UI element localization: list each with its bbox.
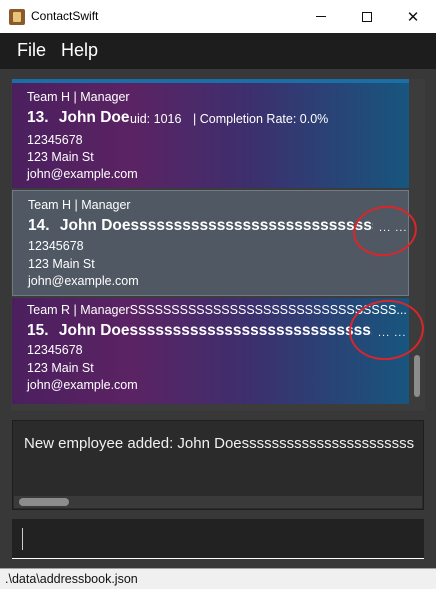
menu-help[interactable]: Help xyxy=(61,40,98,61)
person-card[interactable]: Team H | Manager 13. John Doe uid: 1016 … xyxy=(12,79,409,188)
person-name: 13. John Doe xyxy=(27,109,130,127)
person-email: john@example.com xyxy=(28,274,139,288)
status-bar: .\data\addressbook.json xyxy=(0,568,436,589)
minimize-button[interactable] xyxy=(298,0,344,33)
app-icon xyxy=(9,9,25,25)
person-name-text: John Doe xyxy=(58,109,130,126)
result-scrollbar-thumb[interactable] xyxy=(19,498,69,506)
person-email: john@example.com xyxy=(27,167,138,181)
person-name: 14. John Doessssssssssssssssssssssssssss… xyxy=(28,217,373,235)
close-icon: ✕ xyxy=(406,8,420,26)
person-name-text: John Doesssssssssssssssssssssssssssss... xyxy=(59,217,373,234)
command-area xyxy=(0,513,436,568)
person-index: 14. xyxy=(28,217,50,234)
person-name: 15. John Doessssssssssssssssssssssssssss… xyxy=(27,322,372,340)
window-title: ContactSwift xyxy=(31,9,99,23)
text-caret xyxy=(22,528,23,550)
person-phone: 12345678 xyxy=(27,343,83,357)
result-display[interactable]: New employee added: John Doessssssssssss… xyxy=(12,420,424,510)
person-address: 123 Main St xyxy=(28,257,95,271)
person-email: john@example.com xyxy=(27,378,138,392)
save-file-path: .\data\addressbook.json xyxy=(5,572,138,586)
person-phone: 12345678 xyxy=(27,133,83,147)
menu-file[interactable]: File xyxy=(17,40,46,61)
result-horizontal-scrollbar[interactable] xyxy=(14,496,422,508)
truncated-ellipsis: ... ... xyxy=(379,222,408,234)
person-address: 123 Main St xyxy=(27,150,94,164)
result-display-area: New employee added: John Doessssssssssss… xyxy=(0,413,436,513)
person-card-selected[interactable]: Team H | Manager 14. John Doesssssssssss… xyxy=(12,190,409,296)
person-team-role: Team R | ManagerSSSSSSSSSSSSSSSSSSSSSSSS… xyxy=(27,303,407,317)
person-completion-rate: | Completion Rate: 0.0% xyxy=(193,112,329,126)
truncated-ellipsis: ... ... xyxy=(378,327,407,339)
command-input[interactable] xyxy=(12,519,424,559)
person-list[interactable]: Team H | Manager 13. John Doe uid: 1016 … xyxy=(11,79,425,411)
person-index: 13. xyxy=(27,109,49,126)
person-index: 15. xyxy=(27,322,49,339)
menu-bar: File Help xyxy=(0,33,436,69)
person-phone: 12345678 xyxy=(28,239,84,253)
maximize-icon xyxy=(362,11,372,22)
person-list-area: Team H | Manager 13. John Doe uid: 1016 … xyxy=(0,69,436,413)
person-name-text: John Doessssssssssssssssssssssssssss... xyxy=(58,322,372,339)
maximize-button[interactable] xyxy=(344,0,390,33)
app-window: ContactSwift ✕ File Help Team H | Manage… xyxy=(0,0,436,589)
person-team-role: Team H | Manager xyxy=(28,198,131,212)
close-button[interactable]: ✕ xyxy=(390,0,436,33)
minimize-icon xyxy=(316,16,326,17)
person-team-role: Team H | Manager xyxy=(27,90,130,104)
person-uid: uid: 1016 xyxy=(130,112,182,126)
list-scrollbar-thumb[interactable] xyxy=(414,355,420,397)
person-card[interactable]: Team R | ManagerSSSSSSSSSSSSSSSSSSSSSSSS… xyxy=(12,298,409,404)
person-address: 123 Main St xyxy=(27,361,94,375)
title-bar: ContactSwift ✕ xyxy=(0,0,436,33)
result-message: New employee added: John Doessssssssssss… xyxy=(24,435,415,452)
